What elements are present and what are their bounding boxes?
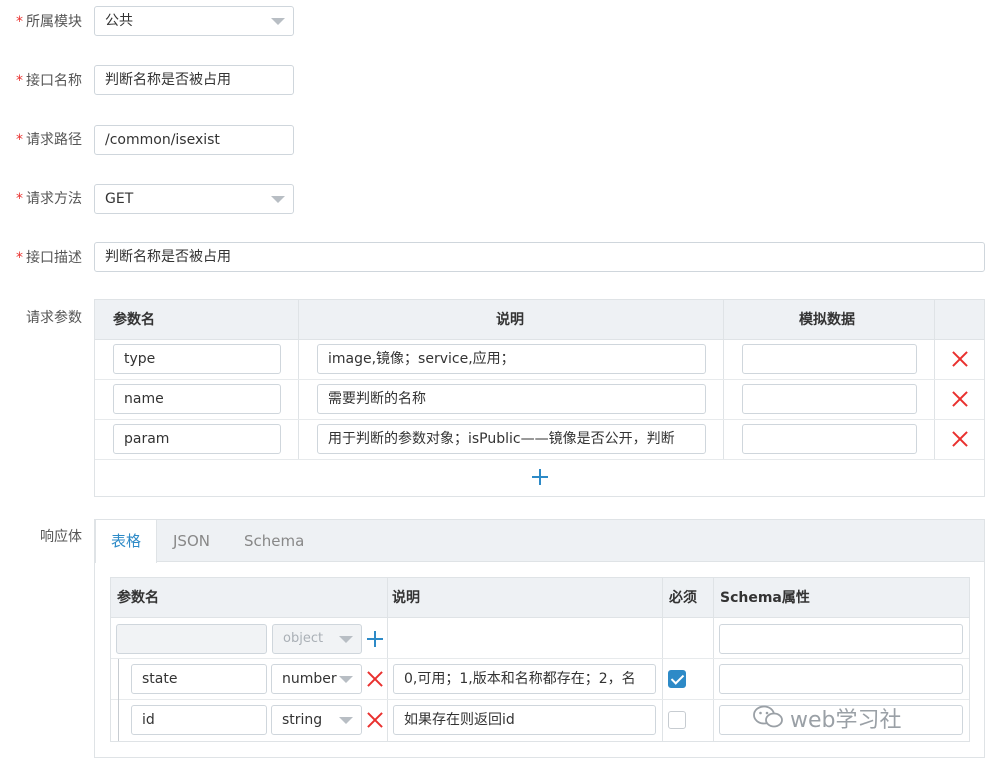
schema-input[interactable] (719, 624, 963, 654)
chevron-down-icon (271, 196, 285, 203)
desc-label: * 接口描述 (16, 250, 82, 266)
tab-json[interactable]: JSON (173, 520, 210, 562)
method-label: * 请求方法 (16, 191, 82, 207)
field-type-select[interactable]: string (271, 705, 362, 735)
field-name-input[interactable]: state (131, 664, 267, 694)
name-label: * 接口名称 (16, 73, 82, 89)
request-params-label: 请求参数 (26, 310, 82, 326)
field-desc-input[interactable]: 0,可用；1,版本和名称都存在；2，名 (393, 664, 656, 694)
tab-schema[interactable]: Schema (244, 520, 304, 562)
param-mock-input[interactable] (742, 384, 917, 414)
chevron-down-icon (339, 676, 353, 683)
delete-icon[interactable] (951, 350, 969, 368)
chevron-down-icon (271, 18, 285, 25)
table-header: 参数名 说明 模拟数据 (95, 300, 984, 340)
request-params-table: 参数名 说明 模拟数据 type image,镜像；service,应用； na… (94, 299, 985, 497)
col-header-name: 参数名 (117, 590, 159, 606)
root-type-select: object (272, 624, 362, 654)
response-tabs: 表格 JSON Schema (95, 520, 984, 563)
chevron-down-icon (339, 636, 353, 643)
watermark-text: web学习社 (790, 708, 902, 733)
param-name-input[interactable]: type (113, 344, 281, 374)
field-name-input[interactable]: id (131, 705, 267, 735)
api-name-input[interactable]: 判断名称是否被占用 (94, 65, 294, 95)
col-header-desc: 说明 (392, 590, 420, 606)
table-header: 参数名 说明 必须 Schema属性 (111, 578, 969, 618)
param-mock-input[interactable] (742, 344, 917, 374)
api-desc-input[interactable]: 判断名称是否被占用 (94, 242, 985, 272)
schema-input[interactable] (719, 664, 963, 694)
delete-icon[interactable] (951, 390, 969, 408)
path-label: * 请求路径 (16, 132, 82, 148)
col-header-mock: 模拟数据 (799, 312, 855, 328)
param-mock-input[interactable] (742, 424, 917, 454)
wechat-icon (753, 705, 783, 728)
param-desc-input[interactable]: 用于判断的参数对象；isPublic——镜像是否公开，判断 (317, 424, 706, 454)
field-desc-input[interactable]: 如果存在则返回id (393, 705, 656, 735)
delete-icon[interactable] (951, 430, 969, 448)
col-header-name: 参数名 (113, 312, 155, 328)
required-checkbox[interactable] (668, 711, 686, 729)
param-desc-input[interactable]: image,镜像；service,应用； (317, 344, 706, 374)
param-desc-input[interactable]: 需要判断的名称 (317, 384, 706, 414)
method-select[interactable]: GET (94, 184, 294, 214)
add-param-icon[interactable] (531, 468, 549, 486)
required-checkbox[interactable] (668, 670, 686, 688)
api-path-input[interactable]: /common/isexist (94, 125, 294, 155)
delete-icon[interactable] (366, 711, 384, 729)
param-name-input[interactable]: param (113, 424, 281, 454)
module-label: * 所属模块 (16, 14, 82, 30)
add-child-icon[interactable] (366, 630, 384, 648)
param-name-input[interactable]: name (113, 384, 281, 414)
chevron-down-icon (339, 717, 353, 724)
col-header-required: 必须 (669, 590, 697, 606)
module-select[interactable]: 公共 (94, 6, 294, 36)
root-name-input (116, 624, 267, 654)
tab-table[interactable]: 表格 (95, 520, 157, 563)
col-header-schema: Schema属性 (720, 590, 810, 606)
delete-icon[interactable] (366, 670, 384, 688)
col-header-desc: 说明 (496, 312, 524, 328)
field-type-select[interactable]: number (271, 664, 362, 694)
response-label: 响应体 (40, 529, 82, 545)
